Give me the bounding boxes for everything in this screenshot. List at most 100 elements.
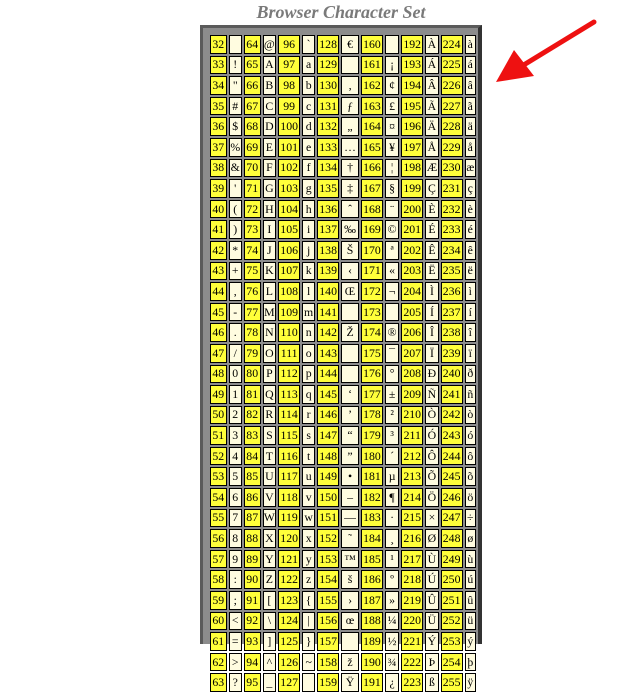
char-glyph-cell: ³ (384, 426, 400, 445)
char-glyph-cell: 1 (228, 385, 242, 404)
char-code-cell: 110 (278, 323, 301, 342)
char-glyph-cell: Ð (425, 364, 439, 384)
char-code-cell: 124 (278, 611, 301, 631)
char-glyph-cell: Ù (425, 549, 439, 569)
char-glyph-cell: ˆ (341, 199, 360, 219)
char-glyph-cell (341, 343, 360, 363)
char-glyph-cell: G (262, 179, 277, 198)
char-glyph-cell: ë (464, 261, 476, 281)
table-row: 32 64 @96 ` 128 €160 192 À 224 à (210, 35, 476, 54)
char-glyph-cell: Â (425, 76, 439, 95)
char-code-cell: 112 (278, 364, 301, 384)
char-code-cell: 161 (361, 55, 383, 75)
char-glyph-cell: Û (425, 591, 439, 610)
char-code-cell: 82 (243, 405, 261, 425)
char-glyph-cell: Ü (425, 611, 439, 631)
char-glyph-cell: H (262, 199, 277, 219)
char-glyph-cell: L (262, 282, 277, 301)
char-glyph-cell: • (341, 467, 360, 487)
char-glyph-cell: a (302, 55, 316, 75)
table-row: 44, 76 L 108 l 140 Œ 172 ¬ 204 Ì 236 ì (210, 282, 476, 301)
char-code-cell: 171 (361, 261, 383, 281)
char-code-cell: 197 (401, 137, 424, 157)
char-glyph-cell: ï (464, 343, 476, 363)
char-glyph-cell: Í (425, 302, 439, 322)
char-code-cell: 183 (361, 508, 383, 528)
char-code-cell: 221 (401, 632, 424, 651)
char-glyph-cell: + (228, 261, 242, 281)
char-code-cell: 71 (243, 179, 261, 198)
char-glyph-cell: f (302, 158, 316, 178)
char-code-cell: 145 (317, 385, 340, 404)
char-code-cell: 137 (317, 220, 340, 239)
char-code-cell: 204 (401, 282, 424, 301)
char-glyph-cell: à (464, 35, 476, 54)
char-code-cell: 216 (401, 529, 424, 548)
char-glyph-cell: “ (341, 426, 360, 445)
char-glyph-cell (384, 35, 400, 54)
char-code-cell: 238 (440, 323, 463, 342)
char-glyph-cell: . (228, 323, 242, 342)
char-code-cell: 39 (210, 179, 227, 198)
char-code-cell: 94 (243, 652, 261, 672)
red-arrow-icon (496, 19, 597, 82)
char-glyph-cell: C (262, 96, 277, 116)
char-glyph-cell: Ï (425, 343, 439, 363)
table-row: 36 $68 D 100 d 132 „ 164 ¤ 196 Ä 228 ä (210, 117, 476, 136)
char-code-cell: 100 (278, 117, 301, 136)
char-code-cell: 184 (361, 529, 383, 548)
char-code-cell: 168 (361, 199, 383, 219)
char-code-cell: 106 (278, 240, 301, 260)
char-glyph-cell: € (341, 35, 360, 54)
char-code-cell: 229 (440, 137, 463, 157)
char-glyph-cell: ° (384, 364, 400, 384)
char-glyph-cell: ] (262, 632, 277, 651)
char-glyph-cell: _ (262, 673, 277, 692)
char-glyph-cell: 0 (228, 364, 242, 384)
char-glyph-cell: ‹ (341, 261, 360, 281)
char-glyph-cell: · (384, 508, 400, 528)
char-code-cell: 130 (317, 76, 340, 95)
char-glyph-cell: Z (262, 570, 277, 590)
char-code-cell: 177 (361, 385, 383, 404)
char-glyph-cell: 9 (228, 549, 242, 569)
table-row: 51 3 83 S 115 s 147 “179 ³ 211 Ó 243 ó (210, 426, 476, 445)
char-glyph-cell: U (262, 467, 277, 487)
char-glyph-cell: Ž (341, 323, 360, 342)
char-code-cell: 65 (243, 55, 261, 75)
char-code-cell: 35 (210, 96, 227, 116)
char-code-cell: 54 (210, 488, 227, 507)
char-glyph-cell: M (262, 302, 277, 322)
char-glyph-cell: § (384, 179, 400, 198)
char-glyph-cell: h (302, 199, 316, 219)
char-glyph-cell: ) (228, 220, 242, 239)
char-code-cell: 205 (401, 302, 424, 322)
char-glyph-cell: w (302, 508, 316, 528)
char-code-cell: 58 (210, 570, 227, 590)
char-code-cell: 138 (317, 240, 340, 260)
char-code-cell: 206 (401, 323, 424, 342)
char-code-cell: 115 (278, 426, 301, 445)
char-code-cell: 191 (361, 673, 383, 692)
char-code-cell: 182 (361, 488, 383, 507)
char-code-cell: 122 (278, 570, 301, 590)
char-code-cell: 175 (361, 343, 383, 363)
char-glyph-cell: ý (464, 632, 476, 651)
char-code-cell: 176 (361, 364, 383, 384)
char-code-cell: 113 (278, 385, 301, 404)
char-glyph-cell: Š (341, 240, 360, 260)
char-code-cell: 252 (440, 611, 463, 631)
char-glyph-cell: ó (464, 426, 476, 445)
char-glyph-cell: J (262, 240, 277, 260)
char-code-cell: 237 (440, 302, 463, 322)
table-row: 38 & 70 F 102 f 134 † 166 ¦ 198 Æ 230 æ (210, 158, 476, 178)
table-row: 40(72 H 104 h 136 ˆ 168 ¨ 200 È 232 è (210, 199, 476, 219)
char-code-cell: 235 (440, 261, 463, 281)
page-title: Browser Character Set (256, 2, 426, 22)
char-glyph-cell: ’ (341, 405, 360, 425)
char-code-cell: 51 (210, 426, 227, 445)
table-row: 37% 69 E 101 e 133… 165 ¥197 Å 229 å (210, 137, 476, 157)
char-code-cell: 103 (278, 179, 301, 198)
char-code-cell: 239 (440, 343, 463, 363)
char-glyph-cell (302, 673, 316, 692)
